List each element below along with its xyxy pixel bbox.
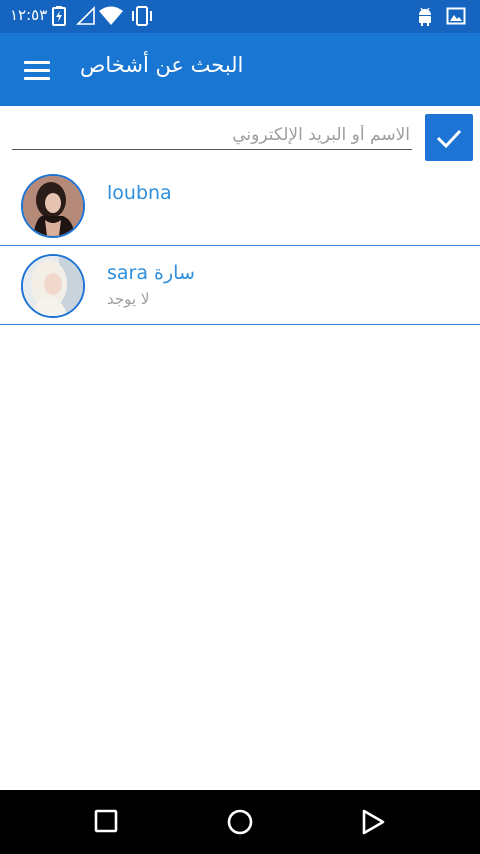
page-title: البحث عن أشخاص	[80, 53, 244, 77]
contact-list: loubna sara سارة لا يوجد	[0, 166, 480, 325]
hamburger-menu-icon[interactable]	[18, 52, 56, 88]
recents-square-icon[interactable]	[93, 808, 123, 838]
avatar	[21, 254, 85, 318]
contact-status: لا يوجد	[107, 290, 150, 308]
status-time: ١٢:٥٣	[10, 6, 48, 24]
app-bar: البحث عن أشخاص	[0, 33, 480, 106]
battery-charging-icon	[52, 6, 66, 26]
status-bar: ١٢:٥٣	[0, 0, 480, 33]
back-triangle-icon[interactable]	[359, 808, 389, 838]
list-item[interactable]: sara سارة لا يوجد	[0, 246, 480, 325]
signal-icon	[76, 6, 96, 26]
image-icon	[446, 6, 466, 26]
android-icon	[416, 6, 434, 26]
search-input[interactable]	[12, 120, 412, 150]
confirm-search-button[interactable]	[425, 114, 473, 161]
list-item[interactable]: loubna	[0, 166, 480, 246]
check-icon	[436, 129, 462, 149]
contact-name: loubna	[107, 182, 172, 204]
navigation-bar	[0, 790, 480, 854]
contact-name: sara سارة	[107, 262, 195, 284]
wifi-icon	[99, 6, 123, 26]
avatar	[21, 174, 85, 238]
vibrate-icon	[130, 6, 154, 26]
home-circle-icon[interactable]	[226, 808, 256, 838]
